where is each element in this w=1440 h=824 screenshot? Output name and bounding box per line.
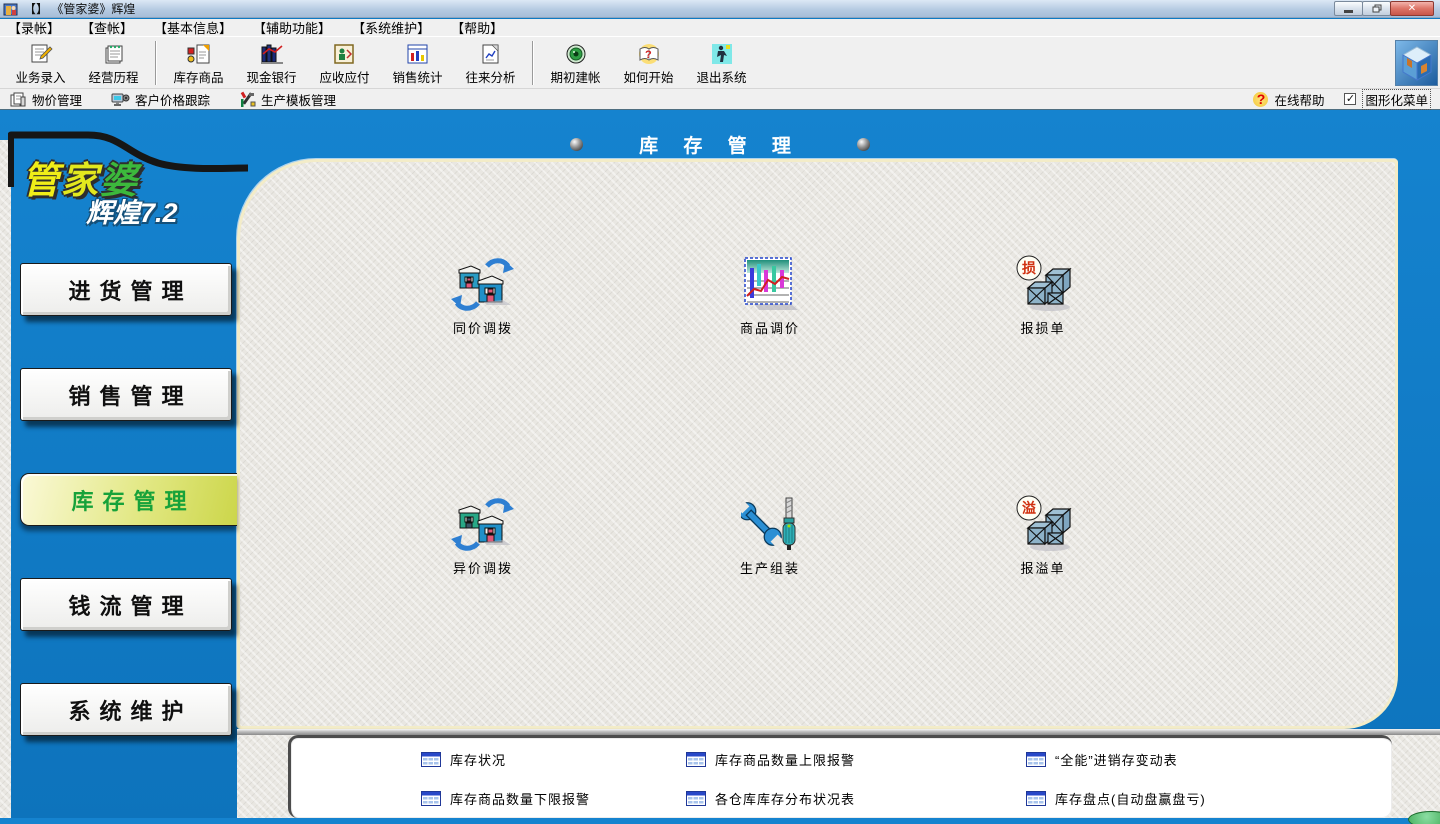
report-omnipotent-change-table[interactable]: “全能”进销存变动表 [1026,750,1178,769]
menu-query[interactable]: 【查帐】 [81,18,133,37]
sidebar-item-system-maintenance[interactable]: 系统维护 [20,683,232,736]
toolbar-exit-system[interactable]: 退出系统 [685,38,758,88]
how-to-start-icon: ? [636,38,662,66]
question-mark-icon: ? [1253,92,1268,107]
receivable-payable-icon [332,38,358,66]
report-lower-limit-alert[interactable]: 库存商品数量下限报警 [421,789,590,808]
sidebar-item-cashflow-management[interactable]: 钱流管理 [20,578,232,631]
left-window-edge [0,140,11,818]
sphere-icon [857,138,870,151]
minimize-icon [1344,10,1353,13]
content-frame [237,159,1398,729]
overflow-report-icon: 溢 [973,494,1113,554]
toolbar-customer-price-tracking[interactable]: 客户价格跟踪 [110,90,210,109]
feature-production-assembly[interactable]: 生产组装 [700,494,840,577]
menu-auxiliary[interactable]: 【辅助功能】 [253,18,331,37]
toolbar-operation-history[interactable]: 经营历程 [77,38,150,88]
menu-bar: 【录帐】 【查帐】 【基本信息】 【辅助功能】 【系统维护】 【帮助】 [0,19,1440,36]
menu-record[interactable]: 【录帐】 [8,18,60,37]
brand-cube-logo [1395,40,1438,86]
different-price-transfer-icon [413,494,553,554]
feature-goods-price-adjustment[interactable]: 商品调价 [700,254,840,337]
table-icon [1026,791,1046,806]
graphic-menu-checkbox[interactable]: ✓ [1344,93,1356,105]
menu-system-maintenance[interactable]: 【系统维护】 [352,18,430,37]
feature-same-price-transfer[interactable]: 同价调拨 [413,254,553,337]
toolbar-sales-statistics[interactable]: 销售统计 [381,38,454,88]
close-icon: ✕ [1408,3,1416,14]
toolbar-cash-bank[interactable]: 现金银行 [235,38,308,88]
toolbar-separator [532,41,534,85]
online-help-link[interactable]: 在线帮助 [1274,90,1324,109]
brand-version-text: 辉煌7.2 [86,191,178,230]
svg-text:?: ? [645,49,652,61]
business-entry-icon [28,38,54,66]
table-icon [421,791,441,806]
secondary-toolbar: 物价管理 客户价格跟踪 生产模板管理 ? 在线帮助 ✓ 图形化菜单 [0,88,1440,110]
feature-different-price-transfer[interactable]: 异价调拨 [413,494,553,577]
table-icon [686,791,706,806]
minimize-button[interactable] [1334,1,1363,16]
app-icon [3,1,19,16]
production-assembly-icon [700,494,840,554]
toolbar2-right-group: ? 在线帮助 ✓ 图形化菜单 [1253,89,1431,110]
report-upper-limit-alert[interactable]: 库存商品数量上限报警 [686,750,855,769]
toolbar-initial-account[interactable]: 期初建帐 [539,38,612,88]
table-icon [686,752,706,767]
toolbar-contacts-analysis[interactable]: 往来分析 [454,38,527,88]
sidebar-item-purchase-management[interactable]: 进货管理 [20,263,232,316]
report-warehouse-distribution[interactable]: 各仓库库存分布状况表 [686,789,855,808]
production-template-icon [238,91,256,107]
toolbar-inventory-goods[interactable]: 库存商品 [162,38,235,88]
corner-ellipse-decoration [1408,811,1440,824]
price-management-icon [9,91,27,107]
inventory-goods-icon [186,38,212,66]
restore-icon [1372,4,1382,13]
cash-bank-icon [259,38,285,66]
report-inventory-status[interactable]: 库存状况 [421,750,506,769]
close-button[interactable]: ✕ [1390,1,1434,16]
table-icon [421,752,441,767]
report-panel: 库存状况 库存商品数量上限报警 “全能”进销存变动表 库存商品数量下限报警 各仓… [288,735,1392,818]
toolbar-production-template[interactable]: 生产模板管理 [238,90,336,109]
exit-system-icon [709,38,735,66]
toolbar-separator [155,41,157,85]
main-toolbar: 业务录入 经营历程 库存商品 现金银行 应收应付 销售统计 [0,36,1440,88]
window-controls: ✕ [1335,1,1437,16]
title-bar: 【】 《管家婆》辉煌 ✕ [0,0,1440,18]
sales-statistics-icon [405,38,431,66]
goods-price-adjustment-icon [700,254,840,314]
toolbar-how-to-start[interactable]: ? 如何开始 [612,38,685,88]
toolbar-price-management[interactable]: 物价管理 [9,90,82,109]
table-icon [1026,752,1046,767]
loss-report-icon: 损 [973,254,1113,314]
graphic-menu-label[interactable]: 图形化菜单 [1362,89,1431,110]
application-window: 【】 《管家婆》辉煌 ✕ 【录帐】 【查帐】 【基本信息】 【辅助功能】 【系统… [0,0,1440,824]
restore-button[interactable] [1362,1,1391,16]
sphere-icon [570,138,583,151]
content-background [240,162,1395,726]
loss-badge-text: 损 [1022,260,1036,276]
same-price-transfer-icon [413,254,553,314]
feature-overflow-report[interactable]: 溢 报溢单 [973,494,1113,577]
customer-price-tracking-icon [110,91,130,107]
menu-basic-info[interactable]: 【基本信息】 [154,18,232,37]
cube-icon [1400,44,1434,82]
overflow-badge-text: 溢 [1022,500,1036,516]
menu-help[interactable]: 【帮助】 [451,18,503,37]
sidebar-item-sales-management[interactable]: 销售管理 [20,368,232,421]
operation-history-icon [101,38,127,66]
check-icon: ✓ [1346,94,1355,105]
report-inventory-count[interactable]: 库存盘点(自动盘赢盘亏) [1026,789,1206,808]
window-title: 【】 《管家婆》辉煌 [24,0,135,17]
initial-account-icon [563,38,589,66]
page-title: 库 存 管 理 [639,131,801,158]
feature-loss-report[interactable]: 损 报损单 [973,254,1113,337]
contacts-analysis-icon [478,38,504,66]
bottom-strip [0,818,1440,824]
toolbar-receivable-payable[interactable]: 应收应付 [308,38,381,88]
toolbar-business-entry[interactable]: 业务录入 [4,38,77,88]
sidebar-item-inventory-management[interactable]: 库存管理 [20,473,237,526]
